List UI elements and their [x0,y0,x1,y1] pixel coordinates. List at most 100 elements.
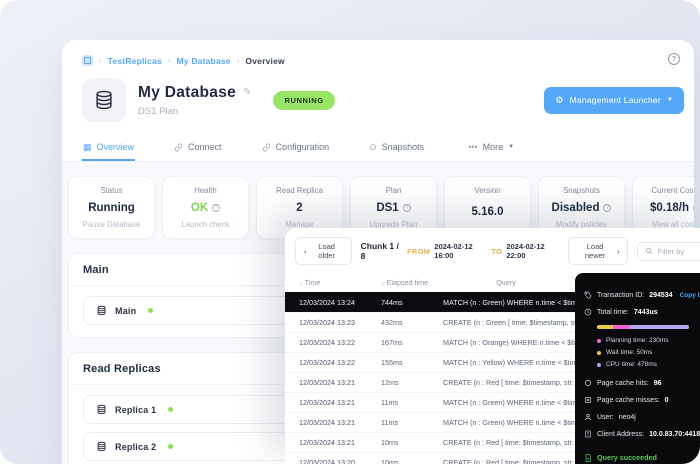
project-icon[interactable] [82,55,93,66]
tab-more[interactable]: ••• More ▼ [467,134,515,161]
link-icon [174,143,183,151]
tab-label: More [482,142,504,152]
gear-icon: ⚙ [555,94,564,105]
column-elapsed[interactable]: ↓ Elapsed time [381,278,443,287]
legend-item: Wait time: 50ms [597,349,691,356]
user-row: User: neo4j [584,413,691,421]
column-label: Elapsed time [386,278,429,287]
info-icon[interactable]: ? [693,203,694,212]
tab-label: Snapshots [381,142,425,152]
log-query: MATCH (n : Yellow) WHERE n.time < $times… [443,358,575,367]
sort-down-icon: ↓ [381,278,385,287]
stat-card-label: Current Costs [651,186,694,195]
log-query: MATCH (n : Green) WHERE n.time < $timest… [443,418,575,427]
log-elapsed: 432ms [381,318,403,327]
query-log-table: ↓ Time ↓ Elapsed time Query 12/03/2024 13:… [285,273,575,464]
stat-card-action[interactable]: Pause Database [83,220,141,229]
log-query: CREATE (n : Red [ time: $timestamp, str:… [443,378,575,387]
query-log-row[interactable]: 12/03/2024 13:21 10ms CREATE (n : Red [ … [285,432,575,452]
chevron-right-icon: › [616,246,620,256]
legend-bullet [597,362,601,367]
stat-card: Health OK ? Launch check [162,176,249,239]
plan-subtitle: DS1 Plan [138,105,179,117]
page-cache-misses-value: 0 [664,396,669,404]
filter-box [637,241,700,261]
transaction-id-label: Transaction ID: [597,291,645,299]
column-time[interactable]: ↓ Time [299,278,381,287]
document-check-icon [585,453,591,462]
query-status-row: Query succeeded [584,453,691,462]
client-address-value: 10.0.83.70:44186 [649,430,700,438]
copy-id-button[interactable]: Copy ID [680,292,700,299]
help-icon[interactable]: ? [668,53,680,65]
breadcrumb-separator: › [236,56,240,65]
breadcrumb-link-project[interactable]: TestReplicas [108,56,162,66]
query-log-row[interactable]: 12/03/2024 13:23 432ms CREATE (n : Green… [285,312,575,332]
query-log-row[interactable]: 12/03/2024 13:21 12ms CREATE (n : Red [ … [285,372,575,392]
breadcrumb: › TestReplicas › My Database › Overview [62,40,694,72]
instance-name: Replica 2 [115,441,157,452]
cache-hits-icon [584,379,592,387]
load-older-button[interactable]: ‹ Load older [295,237,352,265]
query-details-panel: Transaction ID: 294534 Copy ID Total tim… [575,273,700,464]
query-log-row[interactable]: 12/03/2024 13:20 10ms CREATE (n : Red [ … [285,452,575,464]
log-time: 12/03/2024 13:22 [299,338,355,347]
timing-segment [612,325,631,329]
stat-card-value-text: 5.16.0 [471,206,504,218]
column-query[interactable]: Query [443,278,569,287]
info-icon[interactable]: ? [212,203,221,212]
tab-label: Connect [188,142,222,152]
stat-card-value-text: Running [88,201,135,214]
database-icon [96,305,107,316]
tab-configuration[interactable]: Configuration [261,134,331,161]
filter-input[interactable] [657,246,700,256]
database-icon [82,78,126,122]
management-launcher-button[interactable]: ⚙ Management Launcher ▼ [544,86,684,114]
load-newer-button[interactable]: Load newer › [568,237,629,265]
stat-card-value: OK ? [191,202,221,214]
legend-label: Wait time: 50ms [606,349,653,356]
query-log-row[interactable]: 12/03/2024 13:22 167ms MATCH (n : Orange… [285,332,575,352]
title-row: My Database ✎ DS1 Plan RUNNING ⚙ Managem… [62,72,694,134]
snapshot-icon: ⊙ [369,141,377,152]
log-time: 12/03/2024 13:23 [299,318,355,327]
breadcrumb-link-database[interactable]: My Database [177,56,231,66]
status-dot [168,407,174,412]
query-log-body: ↓ Time ↓ Elapsed time Query 12/03/2024 13:… [285,273,700,464]
stat-card-value: $0.18/h ? [650,202,694,214]
stat-card-value-text: DS1 [376,201,399,214]
stat-card-value: 5.16.0 ? [472,206,504,218]
log-elapsed: 11ms [381,398,399,407]
column-label: Time [304,278,321,287]
query-log-row[interactable]: 12/03/2024 13:21 11ms MATCH (n : Green) … [285,412,575,432]
page-cache-misses-label: Page cache misses: [597,396,660,404]
edit-title-icon[interactable]: ✎ [243,87,251,98]
log-query: CREATE (n : Red [ time: $timestamp, str:… [443,458,575,464]
breadcrumb-current: Overview [245,55,285,66]
query-log-row[interactable]: 12/03/2024 13:24 744ms MATCH (n : Green)… [285,292,575,312]
stat-card-action[interactable]: Launch check [181,220,229,229]
instance-name: Main [115,305,137,316]
tab-connect[interactable]: Connect [173,134,223,161]
grid-icon: ▦ [83,141,92,152]
tab-snapshots[interactable]: ⊙ Snapshots [368,134,425,161]
query-log-row[interactable]: 12/03/2024 13:22 155ms MATCH (n : Yellow… [285,352,575,372]
from-value: 2024-02-12 16:00 [434,242,473,260]
log-query: MATCH (n : Orange) WHERE n.time < $times… [443,338,575,347]
stat-card-value: Running ? [88,202,135,214]
tab-label: Configuration [275,142,330,152]
query-log-row[interactable]: 12/03/2024 13:21 11ms MATCH (n : Green) … [285,392,575,412]
tab-overview[interactable]: ▦ Overview [82,134,135,161]
status-badge: RUNNING [273,90,335,110]
info-icon[interactable]: ? [402,203,411,212]
app-canvas: ? › TestReplicas › My Database › Overvie… [0,0,700,464]
search-icon [646,247,653,255]
sort-down-icon: ↓ [299,278,303,287]
instance-name: Replica 1 [115,404,157,415]
legend-bullet [597,338,601,343]
legend-bullet [597,350,601,355]
stat-card-label: Version [474,186,501,195]
info-icon[interactable]: ? [603,203,612,212]
log-time: 12/03/2024 13:22 [299,358,355,367]
page-cache-hits-label: Page cache hits: [597,379,649,387]
